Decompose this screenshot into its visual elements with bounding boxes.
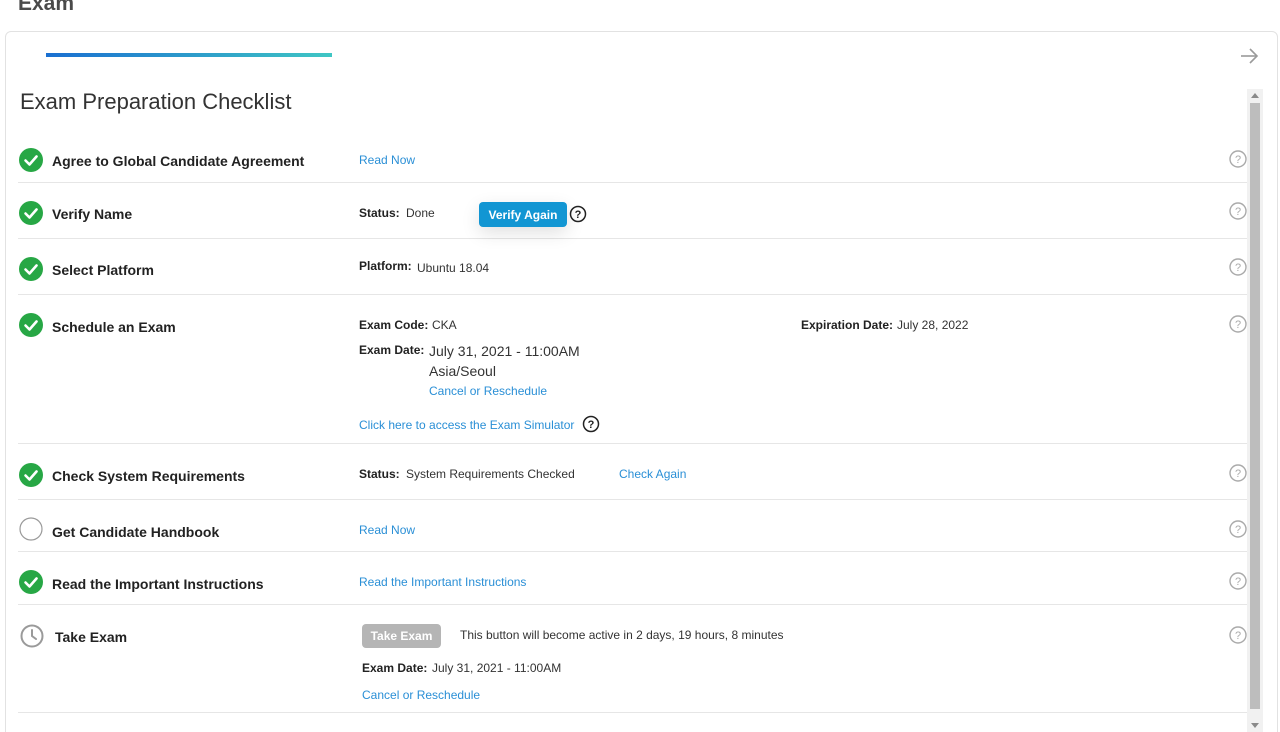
question-circle-icon[interactable]: ? [1229,464,1247,482]
progress-fill [46,53,333,57]
svg-text:?: ? [1235,468,1241,480]
item-label: Schedule an Exam [52,319,176,335]
status-key: Status: [359,467,400,481]
cancel-reschedule-link[interactable]: Cancel or Reschedule [362,688,480,702]
exam-date-value: July 31, 2021 - 11:00AM [432,661,562,675]
exam-code-value: CKA [432,318,457,332]
svg-text:?: ? [1235,319,1241,331]
question-circle-icon[interactable]: ? [569,205,587,223]
item-label: Select Platform [52,262,154,278]
checklist-row-system-requirements: Check System Requirements Status: System… [18,444,1247,500]
check-circle-icon [19,257,43,281]
checklist-row-take-exam: Take Exam Take Exam This button will bec… [18,605,1247,713]
question-circle-icon[interactable]: ? [1229,150,1247,168]
question-circle-icon[interactable]: ? [1229,202,1247,220]
expiration-date-key: Expiration Date: [801,318,894,332]
check-again-link[interactable]: Check Again [619,467,686,481]
check-circle-icon [19,313,43,337]
platform-value: Ubuntu 18.04 [417,261,490,275]
checklist-row-candidate-handbook: Get Candidate Handbook Read Now ? [18,500,1247,552]
vertical-scrollbar[interactable] [1247,89,1263,732]
expiration-date-value: July 28, 2022 [897,318,969,332]
item-label: Agree to Global Candidate Agreement [52,153,305,169]
exam-code-key: Exam Code: [359,318,429,332]
check-circle-icon [19,570,43,594]
question-circle-icon[interactable]: ? [1229,520,1247,538]
question-circle-icon[interactable]: ? [1229,315,1247,333]
question-circle-icon[interactable]: ? [1229,258,1247,276]
check-circle-icon [19,201,43,225]
important-instructions-link[interactable]: Read the Important Instructions [359,575,526,589]
checklist-row-agreement: Agree to Global Candidate Agreement Read… [18,140,1247,183]
item-label: Read the Important Instructions [52,576,264,592]
activation-note: This button will become active in 2 days… [460,628,784,642]
checklist-row-select-platform: Select Platform Platform: Ubuntu 18.04 ? [18,239,1247,295]
platform-key: Platform: [359,259,412,273]
checklist-title: Exam Preparation Checklist [20,89,292,114]
scroll-down-arrow-icon[interactable] [1251,723,1259,728]
question-circle-icon[interactable]: ? [1229,572,1247,590]
question-circle-icon[interactable]: ? [1229,626,1247,644]
exam-date-key: Exam Date: [359,343,425,357]
exam-date-key: Exam Date: [362,661,428,675]
item-label: Get Candidate Handbook [52,524,220,540]
item-label: Check System Requirements [52,468,245,484]
question-circle-icon[interactable]: ? [582,415,600,433]
svg-text:?: ? [1235,154,1241,166]
item-label: Verify Name [52,206,133,222]
read-now-link[interactable]: Read Now [359,523,415,537]
empty-circle-icon [19,517,43,541]
svg-text:?: ? [588,419,595,431]
svg-text:?: ? [1235,576,1241,588]
exam-date-value: July 31, 2021 - 11:00AM [429,343,580,359]
check-circle-icon [19,463,43,487]
svg-text:?: ? [575,209,582,221]
svg-text:?: ? [1235,524,1241,536]
scrollbar-thumb[interactable] [1250,103,1260,709]
take-exam-button[interactable]: Take Exam [362,624,441,648]
cancel-reschedule-link[interactable]: Cancel or Reschedule [429,384,547,398]
status-value: Done [406,206,435,220]
checklist-row-verify-name: Verify Name Status: Done Verify Again ? … [18,183,1247,239]
svg-text:?: ? [1235,262,1241,274]
read-now-link[interactable]: Read Now [359,153,415,167]
arrow-right-icon[interactable] [1238,45,1260,67]
checklist-row-schedule-exam: Schedule an Exam Exam Code: CKA Expirati… [18,295,1247,444]
timezone-value: Asia/Seoul [429,363,496,379]
item-label: Take Exam [55,629,128,645]
checklist-row-important-instructions: Read the Important Instructions Read the… [18,552,1247,605]
progress-bar [46,53,642,57]
page-heading: Exam [18,0,75,15]
svg-text:?: ? [1235,206,1241,218]
status-value: System Requirements Checked [406,467,575,481]
status-key: Status: [359,206,400,220]
svg-text:?: ? [1235,630,1241,642]
exam-simulator-link[interactable]: Click here to access the Exam Simulator [359,418,574,432]
check-circle-icon [19,148,43,172]
clock-icon [20,624,44,648]
verify-again-button[interactable]: Verify Again [479,202,567,227]
scroll-up-arrow-icon[interactable] [1251,93,1259,98]
